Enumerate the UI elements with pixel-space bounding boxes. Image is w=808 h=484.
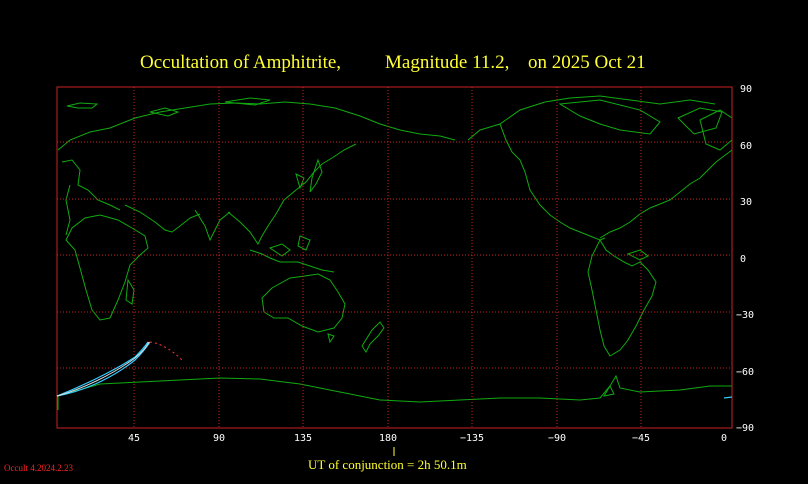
lat-label-30: 30 [740, 197, 752, 208]
lat-label-minus-30: −30 [736, 310, 754, 321]
title-target: Occultation of Amphitrite, [140, 52, 341, 73]
lon-label-minus-135: −135 [460, 433, 484, 444]
title-magnitude: Magnitude 11.2, [385, 52, 509, 73]
lon-label-0: 0 [721, 433, 727, 444]
lat-label-0: 0 [740, 254, 746, 265]
lat-label-90: 90 [740, 84, 752, 95]
lon-label-minus-45: −45 [632, 433, 650, 444]
lon-label-180: 180 [379, 433, 397, 444]
title-date: on 2025 Oct 21 [528, 52, 646, 73]
lat-label-60: 60 [740, 141, 752, 152]
conjunction-time: UT of conjunction = 2h 50.1m [308, 457, 467, 472]
lon-label-90: 90 [213, 433, 225, 444]
lon-label-45: 45 [128, 433, 140, 444]
lat-label-minus-60: −60 [736, 367, 754, 378]
occultation-map: Occultation of Amphitrite, Magnitude 11.… [0, 0, 808, 484]
lat-label-minus-90: −90 [736, 423, 754, 434]
lon-label-135: 135 [294, 433, 312, 444]
software-version: Occult 4.2024.2.23 [4, 463, 73, 473]
lon-label-minus-90: −90 [548, 433, 566, 444]
